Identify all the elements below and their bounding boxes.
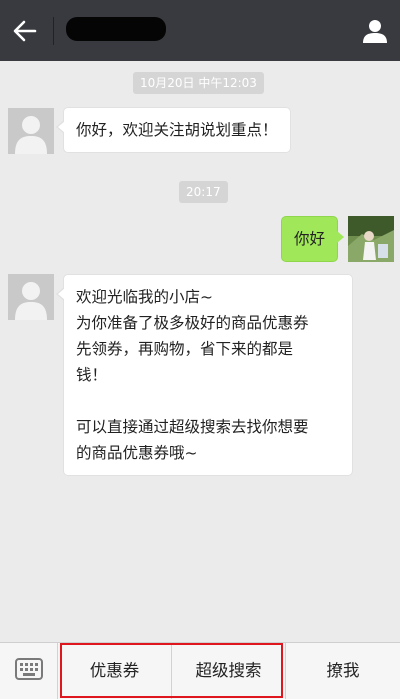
timestamp: 10月20日 中午12:03 [133,72,264,94]
contact-avatar[interactable] [8,108,54,154]
message-text: 先领券，再购物，省下来的都是 [76,340,294,358]
menu-button-contact-me[interactable]: 撩我 [286,643,400,699]
message-text: 钱！ [76,366,108,384]
message-text: 为你准备了极多极好的商品优惠券 [76,314,309,332]
message-text: 的商品优惠券哦~ [76,444,198,462]
timestamp: 20:17 [179,181,228,203]
chat-area[interactable]: 10月20日 中午12:03 你好，欢迎关注胡说划重点！ 20:17 你好 欢迎… [0,61,400,642]
message-text: 欢迎光临我的小店~ [76,288,213,306]
arrow-left-icon[interactable] [12,18,38,44]
message-text: 你好，欢迎关注胡说划重点！ [76,121,278,139]
incoming-message[interactable]: 你好，欢迎关注胡说划重点！ [56,107,291,153]
redacted-title-mask [66,17,166,41]
keyboard-icon [14,658,43,684]
highlight-box [60,643,283,698]
contact-avatar[interactable] [8,274,54,320]
user-avatar[interactable] [348,216,394,262]
message-text [76,388,340,414]
header-divider [53,17,54,45]
message-text: 你好 [293,230,325,248]
outgoing-message[interactable]: 你好 [280,216,345,262]
incoming-message[interactable]: 欢迎光临我的小店~ 为你准备了极多极好的商品优惠券 先领券，再购物，省下来的都是… [56,274,353,476]
top-bar [0,0,400,61]
person-icon[interactable] [362,18,388,44]
message-text: 可以直接通过超级搜索去找你想要 [76,418,309,436]
keyboard-toggle-button[interactable] [0,643,58,699]
